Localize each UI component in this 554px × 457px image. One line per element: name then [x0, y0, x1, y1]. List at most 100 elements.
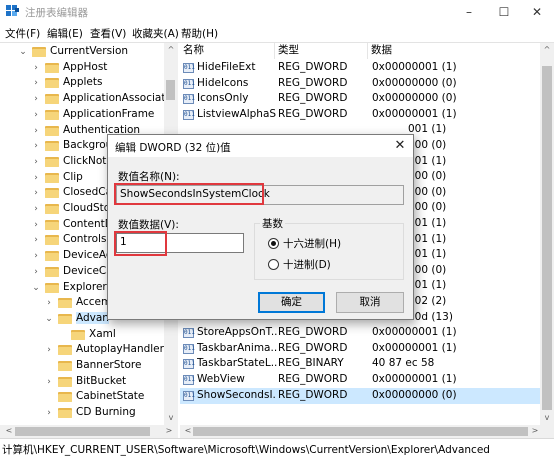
tree-node-label[interactable]: CurrentVersion: [50, 45, 128, 57]
tree-node[interactable]: ⌄ CurrentVersion: [0, 44, 164, 60]
expand-chevron-right-icon[interactable]: ›: [31, 203, 41, 215]
value-type-cell: REG_DWORD: [278, 76, 348, 89]
ok-button[interactable]: 确定: [258, 292, 325, 313]
close-button[interactable]: ✕: [520, 2, 554, 22]
scroll-down-arrow-icon[interactable]: v: [164, 413, 178, 422]
tree-node[interactable]: › ApplicationFrame: [0, 107, 164, 123]
tree-node-label[interactable]: CloudSto: [63, 202, 110, 214]
tree-node[interactable]: › BitBucket: [0, 374, 164, 390]
folder-icon: [45, 250, 59, 262]
tree-node-label[interactable]: CD Burning: [76, 406, 136, 418]
list-scroll-thumb[interactable]: [542, 66, 552, 410]
list-scroll-up-arrow-icon[interactable]: ^: [540, 45, 554, 54]
column-header-type[interactable]: 类型: [275, 43, 368, 59]
tree-hscroll-thumb[interactable]: [15, 427, 150, 436]
tree-node-label[interactable]: Clip: [63, 171, 83, 183]
maximize-button[interactable]: ☐: [487, 2, 521, 22]
tree-node-label[interactable]: Controls: [63, 233, 106, 245]
tree-node-label[interactable]: Explorer: [63, 281, 107, 293]
expand-chevron-right-icon[interactable]: ›: [31, 187, 41, 199]
tree-node-label[interactable]: Xaml: [89, 328, 116, 340]
value-row[interactable]: 011 HideFileExt REG_DWORD 0x00000001 (1): [180, 60, 540, 76]
menu-favorites[interactable]: 收藏夹(A): [132, 26, 179, 41]
expand-chevron-down-icon[interactable]: ⌄: [44, 313, 54, 325]
value-row[interactable]: 011 ShowSecondsI... REG_DWORD 0x00000000 (0…: [180, 387, 540, 404]
tree-node-label[interactable]: ClosedCa: [63, 186, 112, 198]
value-data-label: 数值数据(V):: [118, 219, 179, 231]
tree-node[interactable]: › CD Burning: [0, 405, 164, 421]
expand-chevron-right-icon[interactable]: ›: [31, 140, 41, 152]
expand-chevron-right-icon[interactable]: ›: [31, 62, 41, 74]
expand-chevron-right-icon[interactable]: ›: [31, 77, 41, 89]
scroll-up-arrow-icon[interactable]: ^: [164, 45, 178, 54]
folder-icon: [58, 344, 72, 356]
tree-node-label[interactable]: DeviceCa: [63, 265, 113, 277]
tree-node-label[interactable]: BannerStore: [76, 359, 141, 371]
tree-node-label[interactable]: ClickNote: [63, 155, 113, 167]
expand-chevron-right-icon[interactable]: ›: [44, 344, 54, 356]
value-row[interactable]: 011 IconsOnly REG_DWORD 0x00000000 (0): [180, 91, 540, 107]
menu-view[interactable]: 查看(V): [90, 26, 126, 41]
tree-scroll-left-arrow-icon[interactable]: <: [2, 426, 16, 435]
list-scroll-down-arrow-icon[interactable]: v: [540, 413, 554, 422]
registry-binary-value-icon: 011: [183, 390, 195, 401]
expand-chevron-right-icon[interactable]: ›: [31, 266, 41, 278]
expand-chevron-right-icon[interactable]: ›: [31, 219, 41, 231]
list-hscroll-thumb[interactable]: [193, 427, 528, 436]
tree-node-label[interactable]: CabinetState: [76, 390, 144, 402]
cancel-button[interactable]: 取消: [336, 292, 404, 313]
tree-node[interactable]: › ApplicationAssociatic: [0, 91, 174, 107]
tree-node-label[interactable]: ApplicationFrame: [63, 108, 154, 120]
menu-file[interactable]: 文件(F): [5, 26, 40, 41]
tree-node-label[interactable]: Backgrou: [63, 139, 112, 151]
tree-node-label[interactable]: DeviceAc: [63, 249, 112, 261]
tree-node[interactable]: CabinetState: [0, 389, 164, 405]
tree-node-label[interactable]: AppHost: [63, 61, 107, 73]
value-row[interactable]: 011 StoreAppsOnT... REG_DWORD 0x00000001 (1…: [180, 325, 540, 341]
decimal-radio[interactable]: [268, 259, 279, 270]
expand-chevron-right-icon[interactable]: ›: [31, 93, 41, 105]
menu-edit[interactable]: 编辑(E): [47, 26, 83, 41]
expand-chevron-down-icon[interactable]: ⌄: [18, 46, 28, 58]
expand-chevron-down-icon[interactable]: ⌄: [31, 282, 41, 294]
minimize-button[interactable]: –: [452, 2, 486, 22]
expand-chevron-right-icon[interactable]: ›: [44, 407, 54, 419]
expand-chevron-right-icon[interactable]: ›: [31, 250, 41, 262]
menu-help[interactable]: 帮助(H): [181, 26, 218, 41]
column-header-name[interactable]: 名称: [180, 43, 275, 59]
value-row[interactable]: 011 TaskbarAnima... REG_DWORD 0x00000001 (1…: [180, 341, 540, 357]
tree-scroll-thumb[interactable]: [166, 80, 175, 100]
tree-node-label[interactable]: ContentD: [63, 218, 113, 230]
tree-node-label[interactable]: Advan: [76, 311, 109, 324]
tree-scroll-right-arrow-icon[interactable]: >: [162, 426, 176, 435]
tree-node[interactable]: BannerStore: [0, 358, 164, 374]
expand-chevron-right-icon[interactable]: ›: [31, 156, 41, 168]
expand-chevron-right-icon[interactable]: ›: [44, 297, 54, 309]
tree-node-label[interactable]: Applets: [63, 76, 102, 88]
tree-node[interactable]: › AutoplayHandlers: [0, 342, 169, 358]
column-header-data[interactable]: 数据: [368, 43, 540, 59]
hex-radio[interactable]: [268, 238, 279, 249]
value-row[interactable]: 011ListviewAlphaS...REG_DWORD 0x00000001 …: [180, 107, 540, 123]
value-data-cell: 0x00000001 (1): [372, 107, 457, 120]
tree-node[interactable]: › Applets: [0, 75, 164, 91]
value-row[interactable]: 011 WebView REG_DWORD 0x00000001 (1): [180, 372, 540, 388]
expand-chevron-right-icon[interactable]: ›: [44, 376, 54, 388]
value-row[interactable]: 011 TaskbarStateL... REG_BINARY 40 87 ec 58: [180, 356, 540, 372]
tree-node-label[interactable]: ApplicationAssociatic: [63, 92, 174, 104]
tree-node[interactable]: › AppHost: [0, 60, 164, 76]
dialog-close-icon[interactable]: ✕: [390, 137, 410, 155]
value-row[interactable]: 011 HideIcons REG_DWORD 0x00000000 (0): [180, 76, 540, 92]
expand-chevron-right-icon[interactable]: ›: [31, 172, 41, 184]
expand-chevron-right-icon[interactable]: ›: [31, 109, 41, 121]
tree-node-label[interactable]: BitBucket: [76, 375, 126, 387]
decimal-radio-label[interactable]: 十进制(D): [283, 257, 331, 272]
expand-chevron-right-icon[interactable]: ›: [31, 234, 41, 246]
value-name-cell: WebView: [197, 373, 245, 385]
tree-node-label[interactable]: AutoplayHandlers: [76, 343, 169, 355]
list-scroll-right-arrow-icon[interactable]: >: [528, 426, 542, 435]
hex-radio-label[interactable]: 十六进制(H): [283, 236, 341, 251]
tree-node[interactable]: Xaml: [0, 327, 164, 343]
tree-node-label[interactable]: Accem: [76, 296, 111, 308]
expand-chevron-right-icon[interactable]: ›: [31, 125, 41, 137]
